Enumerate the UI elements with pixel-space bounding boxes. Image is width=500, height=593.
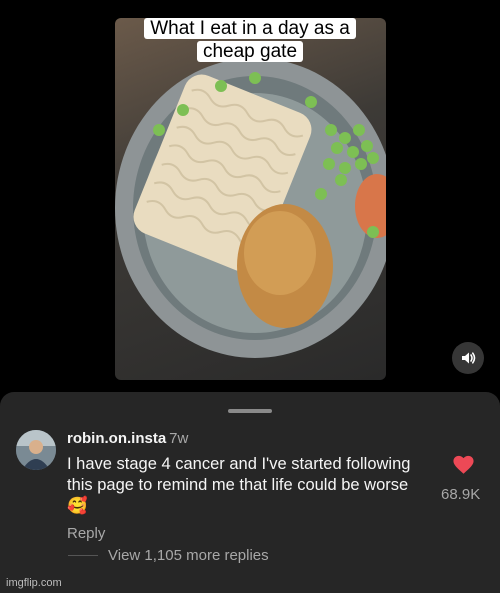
- volume-button[interactable]: [452, 342, 484, 374]
- comments-sheet: robin.on.insta 7w I have stage 4 cancer a…: [0, 392, 500, 593]
- comment-timestamp: 7w: [169, 430, 189, 447]
- video-frame-food-image: [115, 58, 386, 358]
- video-caption-text: What I eat in a day as a cheap gate: [144, 18, 356, 62]
- speaker-volume-icon: [462, 352, 476, 364]
- reply-button[interactable]: Reply: [67, 525, 105, 542]
- like-count: 68.9K: [441, 486, 481, 503]
- avatar[interactable]: [16, 430, 56, 470]
- heart-icon[interactable]: [453, 455, 474, 475]
- drag-handle[interactable]: [228, 409, 272, 413]
- comment-meta: robin.on.insta 7w: [67, 430, 188, 447]
- comment-text: I have stage 4 cancer and I've started f…: [67, 455, 411, 515]
- avatar-image: [16, 430, 56, 470]
- view-replies-button[interactable]: View 1,105 more replies: [108, 547, 269, 564]
- watermark: imgflip.com: [6, 577, 62, 589]
- video-player[interactable]: [115, 18, 386, 380]
- replies-divider: [68, 555, 98, 556]
- comment-username[interactable]: robin.on.insta: [67, 430, 166, 447]
- video-caption: What I eat in a day as a cheap gate: [133, 17, 367, 63]
